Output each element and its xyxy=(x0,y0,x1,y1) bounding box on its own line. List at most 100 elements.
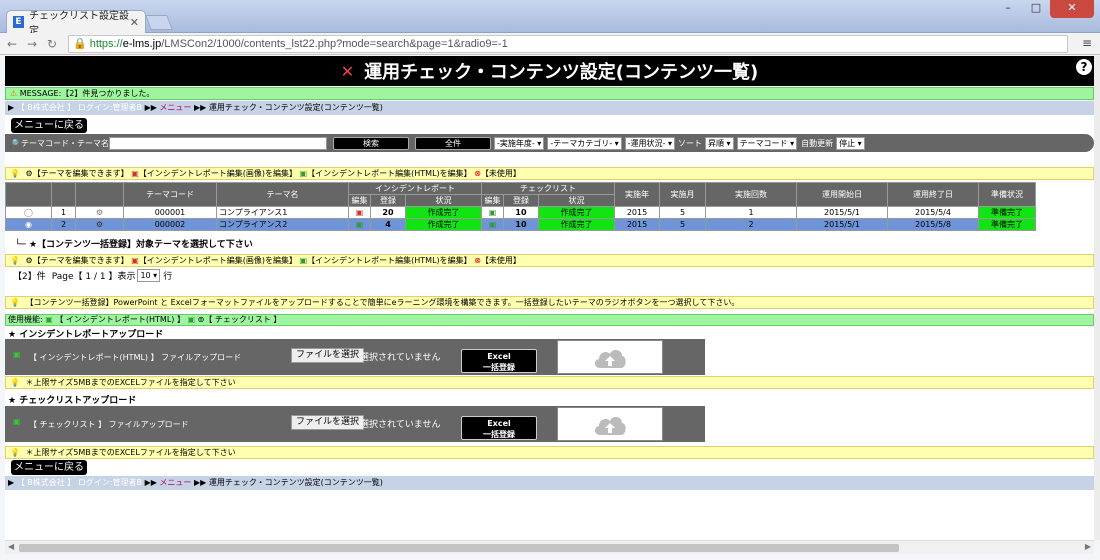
all-button[interactable]: 全件 xyxy=(414,136,491,150)
address-bar[interactable]: 🔒 https://e-lms.jp/LMSCon2/1000/contents_… xyxy=(68,35,1068,53)
row-prep: 準備完了 xyxy=(978,218,1036,231)
status-select[interactable]: -運用状況- ▾ xyxy=(624,136,675,150)
legend-top: 💡 ⚙【テーマを編集できます】 ▣【インシデントレポート編集(画像)を編集】 ▣… xyxy=(5,167,1094,180)
back-arrow-icon[interactable]: ← xyxy=(4,37,20,51)
sort-key-select[interactable]: テーマコード ▾ xyxy=(736,136,798,150)
gear-icon: ⚙ xyxy=(25,169,33,178)
per-page-select[interactable]: 10 ▾ xyxy=(137,269,161,282)
sort-label: ソート xyxy=(678,138,702,148)
incident-upload-row: ▣ 【 インシデントレポート(HTML) 】 ファイルアップロード ファイルを選… xyxy=(5,339,705,375)
vertical-scrollbar[interactable] xyxy=(1094,56,1100,540)
auto-update-select[interactable]: 停止 ▾ xyxy=(836,136,865,150)
new-tab-button[interactable] xyxy=(145,15,173,30)
check-upload-label: 【 チェックリスト 】 ファイルアップロード xyxy=(29,420,189,429)
col-radio xyxy=(5,182,52,207)
col-year: 実施年 xyxy=(614,182,660,207)
incident-upload-label: 【 インシデントレポート(HTML) 】 ファイルアップロード xyxy=(29,353,242,362)
check-excel-upload-button[interactable]: Excel 一括登録 xyxy=(461,416,537,440)
image-doc-icon[interactable]: ▣ xyxy=(348,206,371,219)
forward-arrow-icon[interactable]: → xyxy=(24,37,40,51)
excel-label: Excel xyxy=(487,352,511,361)
incident-file-choose-button[interactable]: ファイルを選択 xyxy=(291,348,365,363)
row-chk-status: 作成完了 xyxy=(538,206,615,219)
bulk-info: 💡 【コンテンツ一括登録】PowerPoint と Excelフォーマットファイ… xyxy=(5,296,1094,309)
horizontal-scrollbar[interactable]: ◀ ▶ xyxy=(5,540,1094,554)
html-doc-icon[interactable]: ▣ xyxy=(481,206,504,219)
message-bar: ⚠ MESSAGE:【2】件見つかりました。 xyxy=(5,87,1094,100)
url-host: e-lms.jp xyxy=(122,38,162,50)
usage-html: 【 インシデントレポート(HTML) 】 xyxy=(55,315,185,324)
legend-edit: 【テーマを編集できます】 xyxy=(32,256,129,265)
breadcrumb-sep: ▶▶ xyxy=(144,478,157,487)
row-month: 5 xyxy=(659,206,706,219)
row-chk-count: 10 xyxy=(503,218,539,231)
row-radio[interactable]: ◯ xyxy=(5,206,52,219)
gear-icon[interactable]: ⚙ xyxy=(75,218,124,231)
browser-tab[interactable]: E チェックリスト設定設定 ✕ xyxy=(6,10,146,37)
scroll-left-icon[interactable]: ◀ xyxy=(8,542,14,551)
table-row[interactable]: ◯ 1 ⚙ 000001 コンプライアンス1 ▣ 20 作成完了 ▣ 10 作成… xyxy=(5,206,1036,219)
browser-menu-icon[interactable]: ≡ xyxy=(1082,36,1092,50)
breadcrumb-menu-link[interactable]: メニュー xyxy=(159,103,191,112)
close-tab-icon[interactable]: ✕ xyxy=(130,16,139,29)
col-edit xyxy=(75,182,124,207)
search-button[interactable]: 検索 xyxy=(332,136,409,150)
legend-html-edit: 【インシデントレポート編集(HTML)を編集】 xyxy=(307,169,472,178)
col-times: 実施回数 xyxy=(705,182,797,207)
gear-icon: ⚙ xyxy=(25,256,33,265)
html-doc-icon[interactable]: ▣ xyxy=(481,218,504,231)
lock-icon: 🔒 xyxy=(73,38,87,50)
check-file-choose-button[interactable]: ファイルを選択 xyxy=(291,415,365,430)
incident-upload-dropzone[interactable] xyxy=(557,340,663,374)
col-inc-count: 登録 xyxy=(370,194,406,207)
incident-excel-upload-button[interactable]: Excel 一括登録 xyxy=(461,349,537,373)
col-start: 運用開始日 xyxy=(796,182,888,207)
incident-hint-text: ＊上限サイズ5MBまでのEXCELファイルを指定して下さい xyxy=(25,378,236,387)
help-icon[interactable]: ? xyxy=(1076,59,1092,75)
close-window-icon[interactable]: ✕ xyxy=(1050,0,1094,18)
row-year: 2015 xyxy=(614,218,660,231)
bulk-register-label: 一括登録 xyxy=(483,430,515,439)
search-bar: 🔎 テーマコード・テーマ名 検索 全件 -実施年度- ▾ -テーマカテゴリ- ▾… xyxy=(5,134,1094,152)
reload-icon[interactable]: ↻ xyxy=(44,37,60,51)
row-radio[interactable]: ◉ xyxy=(5,218,52,231)
col-chk-edit: 編集 xyxy=(481,194,504,207)
scroll-right-icon[interactable]: ▶ xyxy=(1085,542,1091,551)
scrollbar-thumb[interactable] xyxy=(19,544,899,552)
row-year: 2015 xyxy=(614,206,660,219)
minimize-icon[interactable]: – xyxy=(994,0,1022,18)
bullet-icon: ▶ xyxy=(8,478,15,487)
html-doc-icon: ▣ xyxy=(45,315,53,324)
paging-count: 【2】件 xyxy=(13,272,46,282)
html-doc-icon[interactable]: ▣ xyxy=(348,218,371,231)
col-end: 運用終了日 xyxy=(887,182,979,207)
url-scheme: https:// xyxy=(89,38,123,50)
legend-image-edit: 【インシデントレポート編集(画像)を編集】 xyxy=(138,256,298,265)
url-path: /LMSCon2/1000/contents_lst22.php?mode=se… xyxy=(161,38,508,50)
row-start: 2015/5/1 xyxy=(796,206,888,219)
back-to-menu-button-bottom[interactable]: メニューに戻る xyxy=(11,460,87,475)
image-doc-icon: ▣ xyxy=(131,169,139,178)
table-row[interactable]: ◉ 2 ⚙ 000002 コンプライアンス2 ▣ 4 作成完了 ▣ 10 作成完… xyxy=(5,218,1036,231)
row-no: 2 xyxy=(51,218,76,231)
row-code: 000002 xyxy=(123,218,217,231)
bullet-icon: ▶ xyxy=(8,103,15,112)
check-upload-dropzone[interactable] xyxy=(557,407,663,441)
sort-order-select[interactable]: 昇順 ▾ xyxy=(705,136,734,150)
back-to-menu-button[interactable]: メニューに戻る xyxy=(11,118,87,133)
year-select[interactable]: -実施年度- ▾ xyxy=(493,136,545,150)
row-inc-count: 20 xyxy=(370,206,406,219)
check-upload-title: ★ チェックリストアップロード xyxy=(8,396,137,406)
search-input[interactable] xyxy=(108,136,327,150)
lightbulb-icon: 💡 xyxy=(10,448,20,457)
gear-icon[interactable]: ⚙ xyxy=(75,206,124,219)
category-select[interactable]: -テーマカテゴリ- ▾ xyxy=(547,136,622,150)
maximize-icon[interactable]: □ xyxy=(1022,0,1050,18)
breadcrumb-menu-link[interactable]: メニュー xyxy=(159,478,191,487)
col-month: 実施月 xyxy=(659,182,706,207)
breadcrumb-current: ▶▶ 運用チェック・コンテンツ設定(コンテンツ一覧) xyxy=(193,103,383,112)
cloud-upload-icon xyxy=(594,350,626,368)
col-theme-name: テーマ名 xyxy=(216,182,349,207)
row-end: 2015/5/4 xyxy=(887,206,979,219)
lightbulb-icon: 💡 xyxy=(10,256,20,265)
